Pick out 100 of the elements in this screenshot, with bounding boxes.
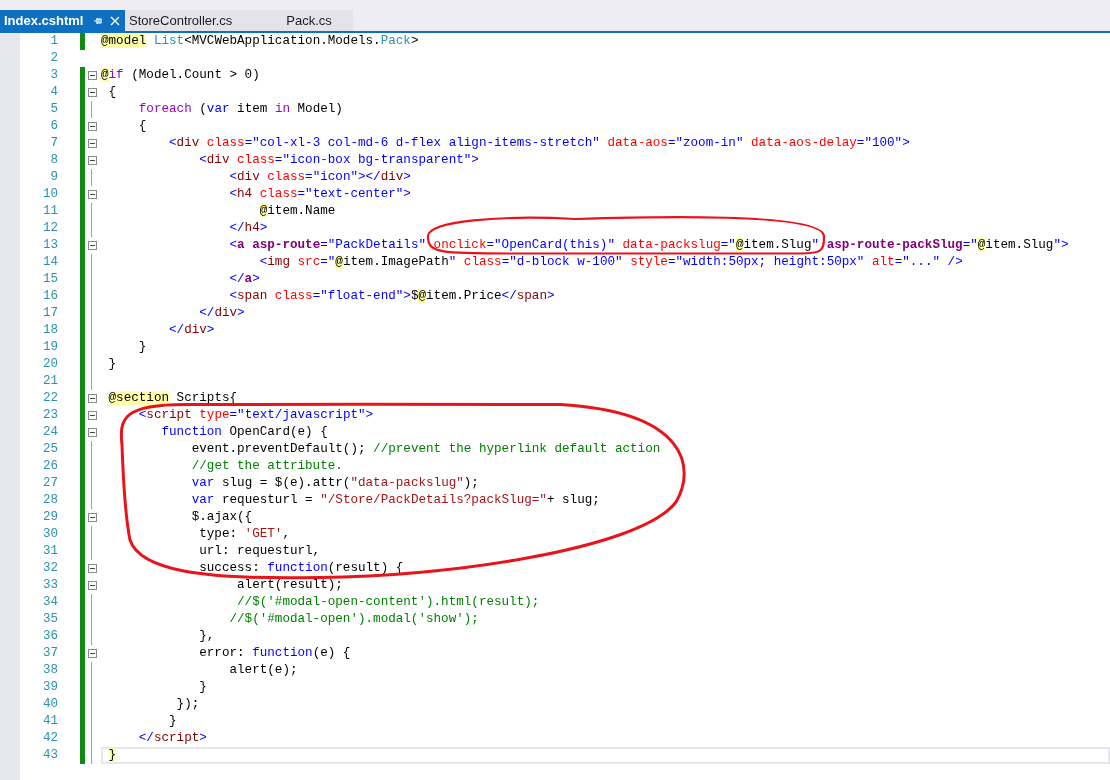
file-tab[interactable]: Index.cshtml bbox=[0, 10, 125, 31]
close-icon[interactable] bbox=[110, 15, 121, 26]
line-number: 6 bbox=[49, 118, 58, 135]
collapse-icon[interactable] bbox=[87, 411, 97, 420]
code-line: url: requesturl, bbox=[198, 544, 321, 559]
code-line: @if (Model.Count > 0) bbox=[101, 68, 260, 83]
line-number: 32 bbox=[42, 560, 58, 577]
line-number: 42 bbox=[42, 730, 58, 747]
line-number: 15 bbox=[42, 271, 58, 288]
code-line: event.preventDefault(); //prevent the hyperlink default action bbox=[190, 442, 661, 457]
line-number: 17 bbox=[42, 305, 58, 322]
line-number: 22 bbox=[42, 390, 58, 407]
line-number: 37 bbox=[42, 645, 58, 662]
line-number: 21 bbox=[42, 373, 58, 390]
line-number: 33 bbox=[42, 577, 58, 594]
line-number: 7 bbox=[49, 135, 58, 152]
collapse-icon[interactable] bbox=[87, 190, 97, 199]
code-line: alert(e); bbox=[228, 663, 298, 678]
collapse-icon[interactable] bbox=[87, 241, 97, 250]
line-number: 16 bbox=[42, 288, 58, 305]
code-line: }, bbox=[198, 629, 215, 644]
line-number: 14 bbox=[42, 254, 58, 271]
line-number: 18 bbox=[42, 322, 58, 339]
collapse-icon[interactable] bbox=[87, 122, 97, 131]
code-line: } bbox=[168, 714, 177, 729]
line-number: 20 bbox=[42, 356, 58, 373]
collapse-icon[interactable] bbox=[87, 139, 97, 148]
line-number: 29 bbox=[42, 509, 58, 526]
line-number: 38 bbox=[42, 662, 58, 679]
code-line: <span class="float-end">$@item.Price</span> bbox=[228, 289, 555, 304]
collapse-icon[interactable] bbox=[87, 88, 97, 97]
line-number: 5 bbox=[49, 101, 58, 118]
code-line: <h4 class="text-center"> bbox=[228, 187, 411, 202]
collapse-icon[interactable] bbox=[87, 71, 97, 80]
line-number: 39 bbox=[42, 679, 58, 696]
code-line: alert(result); bbox=[236, 578, 343, 593]
line-number: 31 bbox=[42, 543, 58, 560]
code-line: function OpenCard(e) { bbox=[160, 425, 328, 440]
code-line: <div class="icon"></div> bbox=[228, 170, 411, 185]
line-number: 2 bbox=[49, 50, 58, 67]
line-number: 10 bbox=[42, 186, 58, 203]
line-number: 19 bbox=[42, 339, 58, 356]
code-line: <div class="icon-box bg-transparent"> bbox=[198, 153, 479, 168]
line-number: 23 bbox=[42, 407, 58, 424]
collapse-icon[interactable] bbox=[87, 394, 97, 403]
line-number: 11 bbox=[42, 203, 58, 220]
line-number: 35 bbox=[42, 611, 58, 628]
code-line: } bbox=[137, 340, 147, 355]
line-number: 40 bbox=[42, 696, 58, 713]
code-line: <div class="col-xl-3 col-md-6 d-flex align-items-stretch" data-aos="zoom-in" data-aos-delay="100"> bbox=[168, 136, 910, 151]
code-line: </div> bbox=[198, 306, 245, 321]
pin-icon[interactable] bbox=[93, 15, 104, 26]
file-tab[interactable]: StoreController.cs bbox=[125, 10, 265, 31]
collapse-icon[interactable] bbox=[87, 581, 97, 590]
code-line: foreach (var item in Model) bbox=[137, 102, 343, 117]
code-line: } bbox=[107, 357, 117, 372]
code-line: <a asp-route="PackDetails" onclick="OpenCard(this)" data-packslug="@item.Slug" asp-route-packSlug="@item.Slug"> bbox=[228, 238, 1069, 253]
code-line: var requesturl = "/Store/PackDetails?packSlug="+ slug; bbox=[190, 493, 600, 508]
collapse-icon[interactable] bbox=[87, 156, 97, 165]
code-line: </script> bbox=[137, 731, 207, 746]
code-line: @section Scripts{ bbox=[107, 391, 238, 406]
line-number: 4 bbox=[49, 84, 58, 101]
code-line: { bbox=[137, 119, 147, 134]
code-line: </h4> bbox=[228, 221, 268, 236]
line-number: 9 bbox=[49, 169, 58, 186]
code-line: error: function(e) { bbox=[198, 646, 351, 661]
code-line: </div> bbox=[168, 323, 215, 338]
line-number: 36 bbox=[42, 628, 58, 645]
code-line: }); bbox=[175, 697, 200, 712]
code-line: @item.Name bbox=[258, 204, 336, 219]
line-number: 30 bbox=[42, 526, 58, 543]
code-line: <script type="text/javascript"> bbox=[137, 408, 374, 423]
line-number: 25 bbox=[42, 441, 58, 458]
collapse-icon[interactable] bbox=[87, 649, 97, 658]
collapse-icon[interactable] bbox=[87, 564, 97, 573]
collapse-icon[interactable] bbox=[87, 428, 97, 437]
code-line: { bbox=[107, 85, 117, 100]
code-line: //$('#modal-open-content').html(result); bbox=[236, 595, 540, 610]
code-line: <img src="@item.ImagePath" class="d-block w-100" style="width:50px; height:50px" alt="..." /> bbox=[258, 255, 963, 270]
line-number: 26 bbox=[42, 458, 58, 475]
line-number: 43 bbox=[42, 747, 58, 764]
line-number: 8 bbox=[49, 152, 58, 169]
code-line: $.ajax({ bbox=[190, 510, 253, 525]
line-number: 3 bbox=[49, 67, 58, 84]
line-number: 28 bbox=[42, 492, 58, 509]
code-line: type: 'GET', bbox=[198, 527, 290, 542]
line-number: 13 bbox=[42, 237, 58, 254]
line-number: 41 bbox=[42, 713, 58, 730]
line-number: 12 bbox=[42, 220, 58, 237]
code-line: @model List<MVCWebApplication.Models.Pack> bbox=[101, 34, 419, 49]
line-number: 24 bbox=[42, 424, 58, 441]
code-line: var slug = $(e).attr("data-packslug"); bbox=[190, 476, 479, 491]
code-line: //$('#modal-open').modal('show'); bbox=[228, 612, 479, 627]
file-tab[interactable]: Pack.cs bbox=[265, 10, 353, 31]
code-line: </a> bbox=[228, 272, 260, 287]
collapse-icon[interactable] bbox=[87, 513, 97, 522]
code-line: //get the attribute. bbox=[190, 459, 343, 474]
line-number: 34 bbox=[42, 594, 58, 611]
code-line: } bbox=[198, 680, 207, 695]
line-number: 27 bbox=[42, 475, 58, 492]
